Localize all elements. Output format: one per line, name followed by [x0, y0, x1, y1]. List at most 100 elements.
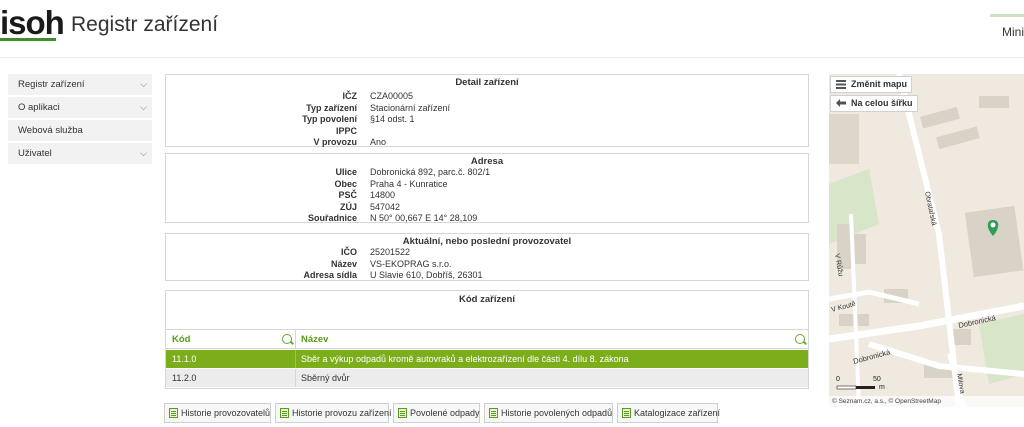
cell-name: Sběrný dvůr	[301, 373, 350, 383]
page-title: Registr zařízení	[71, 13, 219, 36]
list-icon	[280, 408, 289, 418]
cell-name: Sběr a výkup odpadů kromě autovraků a el…	[301, 354, 629, 364]
building	[854, 234, 866, 264]
field-label: IPPC	[335, 125, 357, 136]
field-value: VS-EKOPRAG s.r.o.	[370, 258, 452, 269]
sidebar: Registr zařízení ⌵ O aplikaci ⌵ Webová s…	[8, 74, 152, 166]
detail-row: V provozu Ano	[166, 137, 808, 149]
header-menu-label: Mini	[1002, 25, 1024, 39]
document-icon	[398, 408, 407, 418]
building	[920, 107, 960, 129]
sidebar-item-uzivatel[interactable]: Uživatel ⌵	[8, 142, 152, 164]
full-width-button[interactable]: Na celou šířku	[830, 95, 918, 112]
history-operation-button[interactable]: Historie provozu zařízení	[275, 403, 392, 423]
map-canvas[interactable]: Obratařská V Růžu V Koutě Dobronická Dob…	[829, 74, 1024, 407]
cell-code: 11.2.0	[166, 369, 296, 387]
field-value: CZA00005	[370, 91, 414, 101]
column-header-code[interactable]: Kód	[166, 330, 296, 349]
header-menu-tab[interactable]: Mini	[990, 14, 1024, 54]
field-value: Praha 4 - Kunratice	[370, 178, 448, 189]
operator-row: Adresa sídla U Slavie 610, Dobříš, 26301	[166, 270, 808, 282]
building	[829, 114, 859, 164]
codes-panel: Kód zařízení Kód Název 11.1.0 Sběr a výk…	[165, 290, 809, 389]
field-value: U Slavie 610, Dobříš, 26301	[370, 270, 483, 280]
chevron-down-icon: ⌵	[140, 79, 147, 89]
address-row: Obec Praha 4 - Kunratice	[166, 179, 808, 191]
codes-title: Kód zařízení	[459, 294, 515, 305]
detail-panel: Detail zařízení IČZ CZA00005 Typ zařízení…	[165, 74, 809, 147]
field-label: Typ povolení	[302, 114, 357, 124]
field-label: V provozu	[313, 137, 357, 147]
column-header-label: Kód	[172, 334, 191, 345]
table-row[interactable]: 11.2.0 Sběrný dvůr	[166, 369, 808, 387]
list-icon	[622, 408, 631, 418]
detail-row: Typ povolení §14 odst. 1	[166, 114, 808, 126]
detail-row: IPPC	[166, 126, 808, 138]
building	[979, 96, 1009, 108]
field-value: Stacionární zařízení	[370, 102, 451, 113]
field-label: Souřadnice	[307, 213, 357, 223]
field-label: PSČ	[338, 190, 357, 200]
scale-bar	[836, 385, 875, 390]
field-label: Adresa sídla	[303, 270, 357, 280]
catalog-button[interactable]: Katalogizace zařízení	[617, 403, 721, 423]
address-panel: Adresa Ulice Dobronická 892, parc.č. 802/…	[165, 153, 809, 223]
field-value: 25201522	[370, 247, 411, 257]
field-value: Ano	[370, 137, 387, 147]
table-header: Kód Název	[166, 329, 808, 349]
sidebar-item-registr[interactable]: Registr zařízení ⌵	[8, 74, 152, 95]
field-label: Ulice	[335, 167, 357, 177]
field-value: Dobronická 892, parc.č. 802/1	[370, 167, 491, 177]
address-title: Adresa	[470, 156, 504, 167]
layers-icon	[836, 80, 846, 89]
operator-row: Název VS-EKOPRAG s.r.o.	[166, 259, 808, 271]
address-row: Ulice Dobronická 892, parc.č. 802/1	[166, 167, 808, 179]
map-attribution[interactable]: © Seznam.cz, a.s., © OpenStreetMap	[829, 396, 1024, 407]
change-map-button[interactable]: Změnit mapu	[830, 76, 913, 93]
building	[936, 126, 980, 149]
chevron-down-icon: ⌵	[140, 147, 147, 158]
search-icon[interactable]	[795, 334, 805, 344]
field-value: §14 odst. 1	[370, 114, 415, 124]
allowed-waste-button[interactable]: Povolené odpady	[393, 403, 480, 423]
logo[interactable]: isoh	[0, 6, 65, 40]
button-label: Povolené odpady	[410, 408, 480, 418]
field-value: 547042	[370, 201, 401, 212]
cell-code: 11.1.0	[166, 350, 296, 368]
document-icon	[169, 408, 178, 418]
operator-title: Aktuální, nebo poslední provozovatel	[402, 236, 572, 247]
operator-panel: Aktuální, nebo poslední provozovatel IČO…	[165, 233, 809, 281]
button-label: Na celou šířku	[851, 98, 913, 108]
history-allowed-waste-button[interactable]: Historie povolených odpadů	[484, 403, 613, 423]
address-row: PSČ 14800	[166, 190, 808, 202]
column-header-label: Název	[301, 334, 329, 345]
history-operators-button[interactable]: Historie provozovatelů	[164, 403, 271, 423]
expand-icon	[836, 99, 846, 107]
scale-unit: m	[879, 384, 885, 391]
scale-label-fifty: 50	[873, 376, 881, 383]
street-label: V Koutě	[831, 301, 857, 314]
sidebar-item-label: Uživatel	[18, 147, 52, 159]
field-label: ZÚJ	[339, 201, 357, 212]
button-label: Historie provozovatelů	[181, 408, 271, 418]
list-icon	[489, 408, 498, 418]
detail-row: Typ zařízení Stacionární zařízení	[166, 103, 808, 115]
field-label: Typ zařízení	[306, 102, 357, 113]
sidebar-item-webova-sluzba[interactable]: Webová služba	[8, 119, 152, 141]
app-header: isoh Registr zařízení Mini	[0, 0, 1024, 58]
sidebar-item-label: Webová služba	[18, 124, 83, 136]
button-label: Změnit mapu	[851, 79, 908, 89]
scale-label-zero: 0	[836, 376, 840, 383]
search-icon[interactable]	[282, 334, 292, 344]
map[interactable]: Obratařská V Růžu V Koutě Dobronická Dob…	[829, 74, 1024, 407]
field-value: N 50° 00,667 E 14° 28,109	[370, 213, 478, 223]
sidebar-item-o-aplikaci[interactable]: O aplikaci ⌵	[8, 96, 152, 118]
button-label: Katalogizace zařízení	[634, 408, 721, 418]
building	[964, 205, 1024, 278]
detail-row: IČZ CZA00005	[166, 91, 808, 103]
table-row[interactable]: 11.1.0 Sběr a výkup odpadů kromě autovra…	[166, 350, 808, 368]
field-value: 14800	[370, 190, 396, 200]
field-label: IČO	[340, 247, 357, 257]
logo-underline	[0, 38, 56, 41]
column-header-name[interactable]: Název	[296, 330, 808, 349]
